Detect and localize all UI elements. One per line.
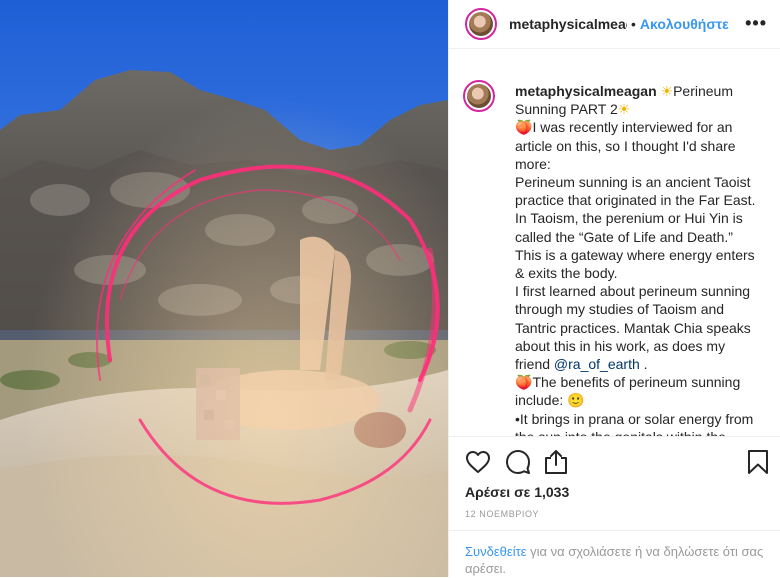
bookmark-icon <box>748 450 768 474</box>
sun-emoji-icon: ☀ <box>660 83 674 99</box>
caption-avatar[interactable] <box>463 80 495 112</box>
separator-dot: • <box>631 16 636 32</box>
caption-text: metaphysicalmeagan ☀Perineum Sunning PAR… <box>515 82 761 436</box>
like-button[interactable] <box>463 447 493 477</box>
caption-line: The benefits of perineum sunning include… <box>515 374 741 409</box>
share-button[interactable] <box>541 447 571 477</box>
post-side-panel: metaphysicalmeag • Ακολουθήστε ••• metap… <box>448 0 780 577</box>
avatar[interactable] <box>465 8 497 40</box>
peach-emoji-icon: 🍑 <box>515 119 533 136</box>
heart-icon <box>466 451 490 473</box>
login-text: Συνδεθείτε για να σχολιάσετε ή να δηλώσε… <box>465 543 765 577</box>
mention-link[interactable]: @ra_of_earth <box>554 356 640 372</box>
caption-username[interactable]: metaphysicalmeagan <box>515 83 657 99</box>
like-count[interactable]: Αρέσει σε 1,033 <box>465 484 569 500</box>
caption-line: . <box>639 356 648 373</box>
comment-icon <box>506 450 530 474</box>
caption-line: •It brings in prana or solar energy from… <box>515 410 754 436</box>
header-username[interactable]: metaphysicalmeag <box>509 16 627 32</box>
follow-button[interactable]: Ακολουθήστε <box>640 16 729 32</box>
peach-emoji-icon: 🍑 <box>515 374 533 391</box>
share-icon <box>545 450 567 474</box>
login-link[interactable]: Συνδεθείτε <box>465 544 527 559</box>
action-bar <box>449 436 780 487</box>
more-options-icon[interactable]: ••• <box>745 13 767 34</box>
sun-emoji-icon: ☀ <box>617 101 631 118</box>
login-prompt: Συνδεθείτε για να σχολιάσετε ή να δηλώσε… <box>449 530 780 578</box>
post-photo[interactable] <box>0 0 448 577</box>
comment-button[interactable] <box>503 447 533 477</box>
post-header: metaphysicalmeag • Ακολουθήστε ••• <box>449 0 780 49</box>
caption-line: Perineum sunning is an ancient Taoist pr… <box>515 174 756 282</box>
save-button[interactable] <box>743 447 773 477</box>
post-date[interactable]: 12 ΝΟΕΜΒΡΙΟΥ <box>465 509 539 519</box>
post-image <box>0 0 448 577</box>
smile-emoji-icon: 🙂 <box>567 392 585 409</box>
caption-area[interactable]: metaphysicalmeagan ☀Perineum Sunning PAR… <box>449 72 780 436</box>
caption-line: I was recently interviewed for an articl… <box>515 119 736 172</box>
